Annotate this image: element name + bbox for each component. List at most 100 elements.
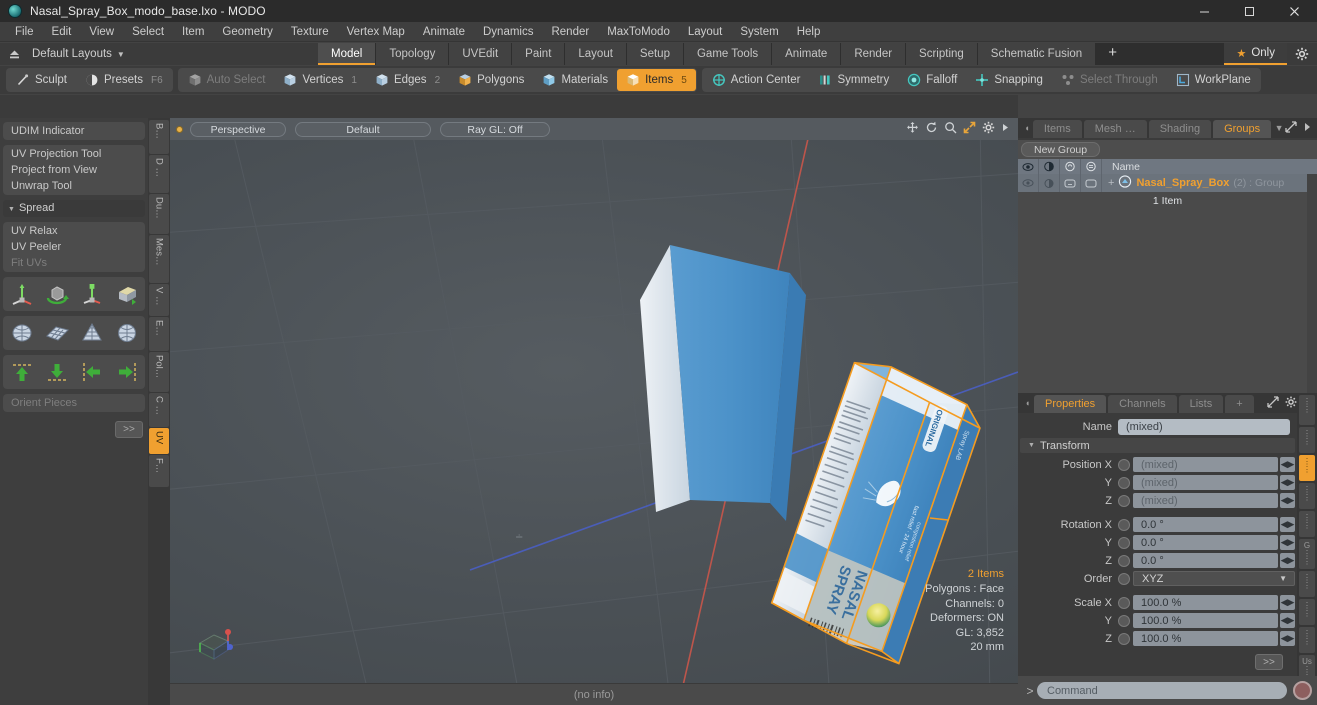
snapping-button[interactable]: Snapping — [966, 69, 1052, 91]
command-input[interactable]: Command — [1037, 682, 1287, 699]
scale-z-channel-dot[interactable] — [1118, 632, 1130, 645]
layout-tab-paint[interactable]: Paint — [512, 43, 566, 65]
falloff-button[interactable]: Falloff — [898, 69, 966, 91]
position-y-nudge[interactable]: ◀▶ — [1280, 475, 1295, 490]
right-strip-item-1[interactable]: ⋮ ⋮ — [1299, 427, 1315, 453]
table-row[interactable]: + Nasal_Spray_Box (2) : Group — [1018, 174, 1317, 192]
position-x-field[interactable]: (mixed) — [1133, 457, 1278, 472]
sculpt-button[interactable]: Sculpt — [7, 69, 76, 91]
order-select[interactable]: XYZ ▼ — [1133, 571, 1295, 586]
uv-cone-grid-icon[interactable] — [75, 318, 108, 348]
viewport-options-dot[interactable] — [176, 125, 183, 133]
lock-box-icon[interactable] — [1060, 174, 1081, 192]
move-view-icon[interactable] — [906, 121, 919, 137]
uv-sphere-grid-icon[interactable] — [5, 318, 38, 348]
rotate-view-icon[interactable] — [925, 121, 938, 137]
vtab-3[interactable]: Mes… — [149, 235, 169, 283]
uv-rotate-icon[interactable] — [40, 279, 73, 309]
groups-item-list[interactable]: Name + Nasal_Spray_Box (2): Group 1 Ite… — [1018, 159, 1317, 394]
tab-add[interactable]: + — [1225, 395, 1254, 413]
vtab-0[interactable]: B… — [149, 120, 169, 154]
viewport-raygl-selector[interactable]: Ray GL: Off — [440, 121, 550, 137]
menu-item-geometry[interactable]: Geometry — [213, 22, 282, 42]
layout-tab-uvedit[interactable]: UVEdit — [449, 43, 513, 65]
auto-select-button[interactable]: Auto Select — [179, 69, 275, 91]
right-strip-item-8[interactable]: ⋮ ⋮ — [1299, 627, 1315, 653]
layout-tab-game-tools[interactable]: Game Tools — [683, 43, 773, 65]
tool-uv-relax[interactable]: UV Relax — [4, 223, 144, 239]
scale-x-field[interactable]: 100.0 % — [1133, 595, 1278, 610]
layout-selector[interactable]: Default Layouts ▼ — [0, 43, 318, 65]
right-strip-item-0[interactable]: ⋮ ⋮ — [1299, 395, 1315, 425]
menu-item-maxtomodo[interactable]: MaxToModo — [598, 22, 679, 42]
viewport-shading-selector[interactable]: Default — [295, 121, 431, 137]
maximize-icon[interactable] — [1227, 0, 1272, 22]
layout-tab-layout[interactable]: Layout — [565, 43, 627, 65]
menu-item-file[interactable]: File — [6, 22, 43, 42]
uv-plane-grid-icon[interactable] — [40, 318, 73, 348]
right-strip-item-2[interactable]: ⋮ ⋮ — [1299, 455, 1315, 481]
orient-pieces-button[interactable]: Orient Pieces — [4, 395, 144, 411]
right-strip-item-6[interactable]: ⋮ ⋮ — [1299, 571, 1315, 597]
fit-view-icon[interactable] — [963, 121, 976, 137]
uv-flip-icon[interactable] — [110, 279, 143, 309]
position-y-field[interactable]: (mixed) — [1133, 475, 1278, 490]
vtab-9[interactable]: F… — [149, 455, 169, 487]
chevron-down-icon[interactable]: ▼ — [1273, 120, 1285, 136]
expand-icon[interactable] — [1267, 395, 1279, 411]
vertices-button[interactable]: Vertices 1 — [274, 69, 365, 91]
tool-udim-indicator[interactable]: UDIM Indicator — [4, 123, 144, 139]
render-dim-icon[interactable] — [1039, 174, 1060, 192]
zoom-view-icon[interactable] — [944, 121, 957, 137]
close-icon[interactable] — [1272, 0, 1317, 22]
items-button[interactable]: Items 5 — [617, 69, 696, 91]
spread-section-header[interactable]: ▼ Spread — [3, 200, 145, 217]
presets-button[interactable]: Presets F6 — [76, 69, 172, 91]
layout-tab-model[interactable]: Model — [318, 43, 377, 65]
groups-list-scrollbar[interactable] — [1307, 174, 1317, 394]
uv-move-axis-icon[interactable] — [5, 279, 38, 309]
lock-icon[interactable] — [1060, 159, 1081, 174]
new-group-button[interactable]: New Group — [1021, 142, 1101, 157]
align-left-icon[interactable] — [75, 357, 108, 387]
materials-button[interactable]: Materials — [533, 69, 617, 91]
wire-box-icon[interactable] — [1081, 174, 1102, 192]
rotation-x-field[interactable]: 0.0 ° — [1133, 517, 1278, 532]
position-z-nudge[interactable]: ◀▶ — [1280, 493, 1295, 508]
vtab-5[interactable]: E… — [149, 317, 169, 351]
tab-mesh[interactable]: Mesh … — [1083, 120, 1147, 138]
vtab-6[interactable]: Pol… — [149, 352, 169, 392]
vtab-1[interactable]: D … — [149, 155, 169, 193]
vtab-4[interactable]: V … — [149, 284, 169, 316]
tab-channels[interactable]: Channels — [1108, 395, 1177, 413]
layout-tab-scripting[interactable]: Scripting — [906, 43, 978, 65]
tab-groups[interactable]: Groups — [1213, 120, 1272, 138]
scale-z-nudge[interactable]: ◀▶ — [1280, 631, 1295, 646]
tool-unwrap-tool[interactable]: Unwrap Tool — [4, 178, 144, 194]
menu-item-texture[interactable]: Texture — [282, 22, 338, 42]
minimize-icon[interactable] — [1182, 0, 1227, 22]
rotation-z-field[interactable]: 0.0 ° — [1133, 553, 1278, 568]
panel-menu-dot-icon[interactable]: ◖ — [1021, 120, 1033, 136]
scale-x-channel-dot[interactable] — [1118, 596, 1130, 609]
position-z-field[interactable]: (mixed) — [1133, 493, 1278, 508]
viewport-projection-selector[interactable]: Perspective — [190, 121, 286, 137]
symmetry-button[interactable]: Symmetry — [809, 69, 898, 91]
panel-arrow-icon[interactable] — [1303, 121, 1311, 136]
eye-dim-icon[interactable] — [1018, 174, 1039, 192]
viewport-arrow-icon[interactable] — [1001, 121, 1010, 137]
uv-scale-icon[interactable] — [75, 279, 108, 309]
tool-uv-projection-tool[interactable]: UV Projection Tool — [4, 146, 144, 162]
position-z-channel-dot[interactable] — [1118, 494, 1130, 507]
menu-item-edit[interactable]: Edit — [43, 22, 81, 42]
layout-tab-setup[interactable]: Setup — [626, 43, 684, 65]
menu-item-help[interactable]: Help — [788, 22, 830, 42]
expand-plus-icon[interactable]: + — [1108, 177, 1114, 189]
gear-icon[interactable] — [1287, 43, 1317, 65]
menu-item-select[interactable]: Select — [123, 22, 173, 42]
group-row-name-cell[interactable]: + Nasal_Spray_Box (2) : Group — [1102, 175, 1317, 191]
align-up-icon[interactable] — [5, 357, 38, 387]
menu-item-system[interactable]: System — [731, 22, 787, 42]
properties-more-button[interactable]: >> — [1255, 654, 1283, 670]
scale-y-nudge[interactable]: ◀▶ — [1280, 613, 1295, 628]
